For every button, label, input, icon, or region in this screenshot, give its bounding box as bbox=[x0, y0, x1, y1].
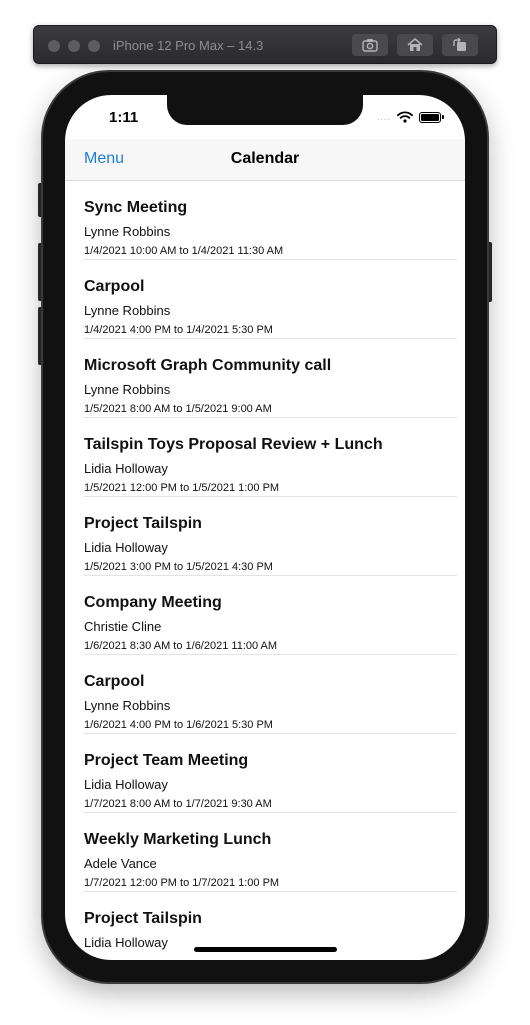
event-time-range: 1/7/2021 8:00 AM to 1/7/2021 9:30 AM bbox=[84, 798, 272, 810]
wifi-icon bbox=[397, 111, 413, 123]
home-button[interactable] bbox=[397, 34, 433, 56]
minimize-window-button[interactable] bbox=[68, 40, 80, 52]
event-time-range: 1/7/2021 12:00 PM to 1/7/2021 1:00 PM bbox=[84, 877, 280, 889]
status-time: 1:11 bbox=[109, 109, 139, 126]
screenshot-icon bbox=[362, 39, 378, 52]
rotate-button[interactable] bbox=[442, 34, 478, 56]
event-time-range: 1/4/2021 10:00 AM to 1/4/2021 11:30 AM bbox=[84, 245, 284, 257]
battery-icon bbox=[419, 111, 444, 123]
event-organizer: Christie Cline bbox=[84, 619, 162, 634]
event-time-range: 1/5/2021 8:00 AM to 1/5/2021 9:00 AM bbox=[84, 403, 272, 415]
event-row[interactable]: Carpool Lynne Robbins 1/4/2021 4:00 PM t… bbox=[65, 260, 465, 339]
power-button bbox=[487, 242, 492, 302]
event-list[interactable]: Sync Meeting Lynne Robbins 1/4/2021 10:0… bbox=[65, 181, 465, 960]
notch bbox=[167, 95, 363, 125]
event-subject: Weekly Marketing Lunch bbox=[84, 831, 272, 848]
event-subject: Sync Meeting bbox=[84, 199, 188, 216]
event-organizer: Lynne Robbins bbox=[84, 303, 171, 318]
event-time-range: 1/6/2021 4:00 PM to 1/6/2021 5:30 PM bbox=[84, 719, 273, 731]
event-organizer: Lidia Holloway bbox=[84, 935, 168, 950]
event-row[interactable]: Carpool Lynne Robbins 1/6/2021 4:00 PM t… bbox=[65, 655, 465, 734]
screenshot-button[interactable] bbox=[352, 34, 388, 56]
phone-screen: 1:11 .... Menu Calendar Sync Meeting Lyn… bbox=[65, 95, 465, 960]
event-organizer: Lidia Holloway bbox=[84, 461, 168, 476]
event-subject: Carpool bbox=[84, 673, 145, 690]
event-organizer: Lidia Holloway bbox=[84, 777, 168, 792]
event-organizer: Lynne Robbins bbox=[84, 382, 171, 397]
home-icon bbox=[407, 38, 423, 51]
event-row[interactable]: Tailspin Toys Proposal Review + Lunch Li… bbox=[65, 418, 465, 497]
event-subject: Company Meeting bbox=[84, 594, 222, 611]
event-organizer: Adele Vance bbox=[84, 856, 157, 871]
event-time-range: 1/6/2021 8:30 AM to 1/6/2021 11:00 AM bbox=[84, 640, 278, 652]
page-title: Calendar bbox=[230, 150, 300, 167]
event-row[interactable]: Weekly Marketing Lunch Adele Vance 1/7/2… bbox=[65, 813, 465, 892]
event-organizer: Lynne Robbins bbox=[84, 698, 171, 713]
simulator-title: iPhone 12 Pro Max – 14.3 bbox=[113, 38, 264, 53]
event-row[interactable]: Project Team Meeting Lidia Holloway 1/7/… bbox=[65, 734, 465, 813]
home-indicator[interactable] bbox=[194, 947, 337, 952]
event-row[interactable]: Sync Meeting Lynne Robbins 1/4/2021 10:0… bbox=[65, 181, 465, 260]
event-time-range: 1/4/2021 4:00 PM to 1/4/2021 5:30 PM bbox=[84, 324, 273, 336]
event-subject: Carpool bbox=[84, 278, 145, 295]
event-row[interactable]: Company Meeting Christie Cline 1/6/2021 … bbox=[65, 576, 465, 655]
event-row[interactable]: Project Tailspin Lidia Holloway 1/5/2021… bbox=[65, 497, 465, 576]
rotate-icon bbox=[453, 38, 466, 51]
event-time-range: 1/5/2021 3:00 PM to 1/5/2021 4:30 PM bbox=[84, 561, 273, 573]
navigation-bar: Menu Calendar bbox=[65, 139, 465, 181]
event-subject: Project Team Meeting bbox=[84, 752, 249, 769]
status-icons: .... bbox=[376, 111, 444, 123]
close-window-button[interactable] bbox=[48, 40, 60, 52]
cellular-signal-icon: .... bbox=[376, 112, 391, 122]
event-organizer: Lynne Robbins bbox=[84, 224, 171, 239]
event-row[interactable]: Microsoft Graph Community call Lynne Rob… bbox=[65, 339, 465, 418]
event-subject: Microsoft Graph Community call bbox=[84, 357, 332, 374]
event-subject: Tailspin Toys Proposal Review + Lunch bbox=[84, 436, 383, 453]
event-subject: Project Tailspin bbox=[84, 910, 202, 927]
simulator-title-bar: iPhone 12 Pro Max – 14.3 bbox=[33, 25, 497, 64]
event-time-range: 1/5/2021 12:00 PM to 1/5/2021 1:00 PM bbox=[84, 482, 280, 494]
zoom-window-button[interactable] bbox=[88, 40, 100, 52]
event-organizer: Lidia Holloway bbox=[84, 540, 168, 555]
event-subject: Project Tailspin bbox=[84, 515, 202, 532]
